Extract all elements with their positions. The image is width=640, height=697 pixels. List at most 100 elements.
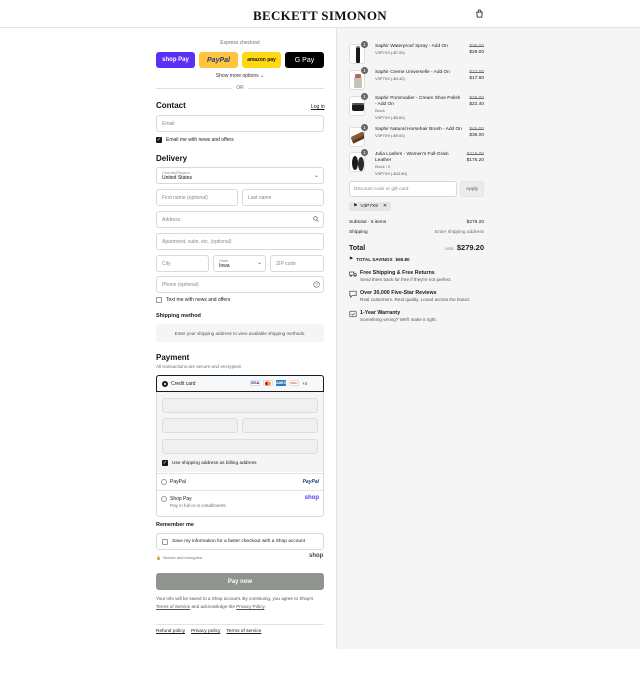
first-name-field[interactable]: First name (optional) bbox=[156, 189, 238, 206]
paypal-option[interactable]: PayPal PayPal bbox=[157, 473, 323, 490]
shop-pay-label: shop Pay bbox=[162, 57, 189, 63]
item-discount-tag: V3P7X9 (-$4.40) bbox=[375, 76, 405, 82]
express-checkout-title: Express checkout bbox=[220, 40, 260, 46]
quantity-badge: 1 bbox=[361, 93, 368, 100]
text-news-option[interactable]: Text me with news and offers bbox=[156, 297, 230, 303]
shipping-row: Shipping Enter shipping address bbox=[349, 230, 484, 235]
shop-pay-option[interactable]: Shop Pay Pay in full or in installments … bbox=[157, 490, 323, 516]
privacy-link[interactable]: Privacy Policy bbox=[236, 604, 264, 609]
amex-icon: AMEX bbox=[275, 380, 287, 386]
close-icon[interactable]: ✕ bbox=[383, 204, 387, 209]
country-select[interactable]: Country/Region United States bbox=[156, 167, 324, 184]
total-savings-value: $69.80 bbox=[395, 256, 410, 262]
security-code-field[interactable] bbox=[242, 418, 318, 433]
cart-item: 1 Saphir Waterproof Spray - Add On V3P7X… bbox=[349, 41, 484, 66]
paypal-logo: PayPal bbox=[302, 479, 319, 485]
card-number-field[interactable] bbox=[162, 398, 318, 413]
cart-item: 1 Julia Loafers - Women's Full-Grain Lea… bbox=[349, 149, 484, 176]
credit-card-label: Credit card bbox=[171, 381, 196, 387]
pay-now-button[interactable]: Pay now bbox=[156, 573, 324, 590]
shipping-label: Shipping bbox=[349, 230, 368, 235]
text-news-checkbox[interactable] bbox=[156, 297, 162, 303]
delivery-heading: Delivery bbox=[156, 154, 188, 163]
total-savings: ⚑ TOTAL SAVINGS $69.80 bbox=[349, 256, 410, 262]
email-field[interactable]: Email bbox=[156, 115, 324, 132]
zip-field[interactable]: ZIP code bbox=[270, 255, 324, 272]
applied-code: V3P7X9 bbox=[360, 204, 378, 209]
billing-address-label: Use shipping address as billing address bbox=[172, 460, 257, 466]
expiration-date-field[interactable] bbox=[162, 418, 238, 433]
cart-item: 1 Saphir Creme Universelle - Add On V3P7… bbox=[349, 67, 484, 92]
quantity-badge: 1 bbox=[361, 41, 368, 48]
city-placeholder: City bbox=[162, 260, 171, 267]
refund-policy-link[interactable]: Refund policy bbox=[156, 629, 185, 634]
address-field[interactable]: Address bbox=[156, 211, 324, 228]
first-name-placeholder: First name (optional) bbox=[162, 194, 208, 201]
shop-pay-logo: shop bbox=[304, 495, 319, 501]
privacy-policy-link[interactable]: Privacy policy bbox=[191, 629, 220, 634]
shop-pay-radio[interactable] bbox=[161, 496, 167, 502]
discount-code-input[interactable]: Discount code or gift card bbox=[349, 181, 457, 197]
brand-logo[interactable]: BECKETT SIMONON bbox=[0, 8, 640, 24]
phone-placeholder: Phone (optional) bbox=[162, 281, 199, 288]
subtotal-row: Subtotal · 5 items $279.20 bbox=[349, 220, 484, 225]
apartment-placeholder: Apartment, suite, etc. (optional) bbox=[162, 238, 232, 245]
mastercard-icon bbox=[263, 380, 273, 386]
city-field[interactable]: City bbox=[156, 255, 209, 272]
payment-subtitle: All transactions are secure and encrypte… bbox=[156, 364, 242, 369]
secure-label: Secure and encrypted bbox=[162, 555, 203, 560]
terms-of-service-link[interactable]: Terms of service bbox=[226, 629, 261, 634]
svg-text:?: ? bbox=[315, 282, 318, 287]
perk-description: Send them back for free if they're not p… bbox=[360, 277, 452, 282]
perk-title: 1-Year Warranty bbox=[360, 310, 401, 316]
apply-discount-button[interactable]: Apply bbox=[460, 181, 484, 197]
tag-icon: ⚑ bbox=[349, 256, 354, 261]
billing-address-checkbox[interactable]: ✓ bbox=[162, 460, 168, 466]
email-news-option[interactable]: ✓ Email me with news and offers bbox=[156, 137, 234, 143]
total-value: $279.20 bbox=[456, 243, 484, 252]
credit-card-radio[interactable] bbox=[162, 381, 168, 387]
billing-address-option[interactable]: ✓ Use shipping address as billing addres… bbox=[162, 460, 257, 466]
more-cards-count: +4 bbox=[302, 380, 308, 386]
state-value: Iowa bbox=[219, 263, 230, 269]
cart-item: 1 Saphir Natural Horsehair Brush - Add O… bbox=[349, 124, 484, 149]
contact-heading: Contact bbox=[156, 101, 186, 110]
terms-link[interactable]: Terms of Service bbox=[156, 604, 190, 609]
item-name: Julia Loafers - Women's Full-Grain Leath… bbox=[375, 152, 449, 164]
apply-label: Apply bbox=[466, 186, 478, 192]
google-pay-button[interactable]: G Pay bbox=[285, 52, 324, 68]
total-label: Total bbox=[349, 245, 366, 252]
perk-description: Something wrong? We'll make it right. bbox=[360, 317, 437, 322]
amazon-pay-button[interactable]: amazon pay bbox=[242, 52, 281, 68]
chat-icon bbox=[349, 290, 357, 298]
item-price: $17.60 bbox=[469, 76, 484, 82]
applied-code-chip: ⚑ V3P7X9 ✕ bbox=[349, 202, 391, 211]
shopping-bag-icon[interactable] bbox=[475, 9, 484, 18]
lock-icon: 🔒 bbox=[156, 555, 161, 560]
login-link[interactable]: Log in bbox=[311, 104, 325, 110]
paypal-radio[interactable] bbox=[161, 479, 167, 485]
phone-field[interactable]: Phone (optional) bbox=[156, 276, 324, 293]
item-discount-tag: V3P7X9 (-$43.80) bbox=[375, 170, 408, 176]
perk-reviews: Over 30,000 Five-Star Reviews Real custo… bbox=[349, 290, 484, 306]
remember-me-checkbox[interactable] bbox=[162, 539, 168, 545]
item-price: $36.00 bbox=[469, 133, 484, 139]
credit-card-option[interactable]: Credit card VISA AMEX DISC +4 bbox=[156, 375, 324, 392]
email-news-checkbox[interactable]: ✓ bbox=[156, 137, 162, 143]
shop-pay-button[interactable]: shop Pay bbox=[156, 52, 195, 68]
apartment-field[interactable]: Apartment, suite, etc. (optional) bbox=[156, 233, 324, 250]
paypal-button[interactable]: PayPal bbox=[199, 52, 238, 68]
name-on-card-field[interactable] bbox=[162, 439, 318, 454]
perk-title: Free Shipping & Free Returns bbox=[360, 270, 435, 276]
show-more-label: Show more options bbox=[215, 73, 259, 79]
secure-note: 🔒 Secure and encrypted bbox=[156, 555, 202, 560]
visa-icon: VISA bbox=[250, 380, 260, 386]
last-name-field[interactable]: Last name bbox=[242, 189, 324, 206]
remember-me-option[interactable]: Save my information for a faster checkou… bbox=[156, 533, 324, 550]
help-icon[interactable]: ? bbox=[313, 281, 320, 288]
remember-me-heading: Remember me bbox=[156, 522, 194, 528]
item-discount-tag: V3P7X9 (-$7.00) bbox=[375, 50, 405, 56]
footer-divider bbox=[156, 624, 324, 625]
show-more-options-link[interactable]: Show more options ⌄ bbox=[156, 73, 324, 79]
shipping-method-message: Enter your shipping address to view avai… bbox=[174, 330, 306, 336]
